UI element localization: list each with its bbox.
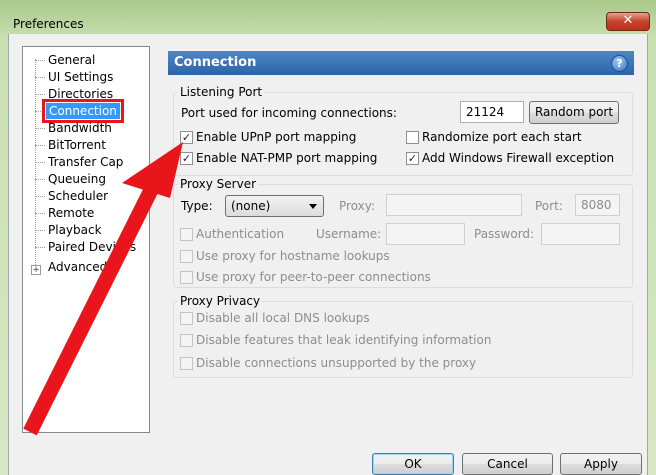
annotation-arrow-head (122, 142, 183, 198)
annotation-arrow (23, 142, 183, 436)
annotation-arrow-shaft (23, 172, 165, 436)
